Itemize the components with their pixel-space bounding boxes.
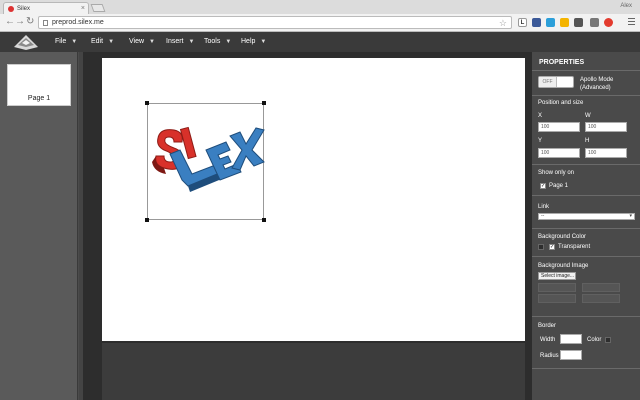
divider [532,164,640,165]
browser-menu-icon[interactable] [628,18,635,27]
menu-help[interactable]: Help ▼ [241,38,266,45]
new-tab-button[interactable] [90,4,106,12]
transparent-checkbox[interactable]: ✓ [549,244,555,250]
divider [532,70,640,71]
bg-color-swatch[interactable] [538,244,544,250]
show-only-title: Show only on [538,170,575,176]
divider [532,256,640,257]
menu-tools[interactable]: Tools ▼ [204,38,231,45]
extension-icon[interactable] [546,18,555,27]
properties-panel: PROPERTIES OFF Apollo Mode (Advanced) Po… [532,52,640,400]
border-radius-label: Radius [540,353,559,359]
pages-panel: Page 1 [0,52,78,400]
silex-3d-logo-image [152,126,265,192]
x-label: X [538,113,543,119]
chevron-down-icon: ▼ [108,38,115,45]
resize-handle[interactable] [145,218,149,222]
browser-toolbar: ← → ↻ preprod.silex.me ☆ L [0,14,640,32]
stage-footer [102,343,525,400]
chevron-down-icon: ▼ [149,38,155,45]
bg-option-select [538,283,576,292]
extension-icon[interactable] [590,18,599,27]
bg-option-select [538,294,576,303]
divider [532,228,640,229]
page1-checkbox[interactable]: ✓ [540,183,546,189]
page1-checkbox-label: Page 1 [549,183,569,189]
y-input[interactable]: 100 [538,148,580,158]
reload-icon[interactable]: ↻ [26,17,34,27]
menu-file[interactable]: File ▼ [55,38,77,45]
divider [532,95,640,96]
link-select[interactable]: -- ▾ [538,213,635,220]
menu-insert[interactable]: Insert ▼ [166,38,194,45]
forward-arrow-icon[interactable]: → [15,17,25,27]
border-radius-input[interactable] [560,350,582,360]
adblock-icon[interactable] [604,18,613,27]
w-input[interactable]: 100 [585,122,627,132]
chevron-down-icon: ▾ [629,213,632,219]
select-image-button[interactable]: Select image... [538,272,576,280]
chevron-down-icon: ▼ [225,38,232,45]
border-width-label: Width [540,337,556,343]
browser-tab[interactable]: Silex × [3,2,89,14]
extension-icon[interactable] [532,18,541,27]
resize-handle[interactable] [145,101,149,105]
border-color-label: Color [587,337,602,343]
back-arrow-icon[interactable]: ← [5,17,15,27]
selected-image-element[interactable] [145,101,266,222]
bg-option-select [582,294,620,303]
tab-close-icon[interactable]: × [81,5,85,12]
bg-image-title: Background Image [538,263,589,269]
url-text: preprod.silex.me [52,19,104,26]
resize-handle[interactable] [262,218,266,222]
silex-logo-icon[interactable] [8,33,44,51]
h-input[interactable]: 100 [585,148,627,158]
position-size-title: Position and size [538,100,584,106]
properties-title: PROPERTIES [539,59,585,66]
stage-area [79,52,528,400]
divider [532,195,640,196]
browser-tabstrip: Silex × Alex [0,0,640,14]
divider [532,316,640,317]
toggle-off-label: OFF [539,77,557,87]
border-color-swatch[interactable] [605,337,611,343]
extension-icon[interactable] [560,18,569,27]
address-bar[interactable]: preprod.silex.me ☆ [38,16,512,29]
silex-menubar: File ▼ Edit ▼ View ▼ Insert ▼ Tools ▼ Help ▼ [0,32,640,52]
extension-l-icon[interactable]: L [518,18,527,27]
chevron-down-icon: ▼ [71,38,78,45]
bg-option-select [582,283,620,292]
link-select-value: -- [541,213,545,219]
apollo-mode-toggle[interactable]: OFF [538,76,574,88]
tab-title: Silex [17,5,31,12]
page-thumbnail[interactable]: Page 1 [7,64,71,106]
website-stage[interactable] [102,58,525,341]
extension-icon[interactable] [574,18,583,27]
profile-name[interactable]: Alex [620,3,632,9]
y-label: Y [538,138,543,144]
link-title: Link [538,204,550,210]
page-label: Page 1 [27,95,51,102]
silex-favicon-icon [8,5,14,12]
border-title: Border [538,323,557,329]
x-input[interactable]: 100 [538,122,580,132]
chevron-down-icon: ▼ [260,38,267,45]
apollo-mode-label: Apollo Mode (Advanced) [580,77,614,91]
bookmark-star-icon[interactable]: ☆ [499,18,507,29]
w-label: W [585,113,591,119]
page-icon [43,19,48,26]
stage-scrollbar[interactable] [79,52,83,400]
divider [532,368,640,369]
transparent-label: Transparent [558,244,591,250]
bg-color-title: Background Color [538,234,587,240]
menu-edit[interactable]: Edit ▼ [91,38,114,45]
border-width-input[interactable] [560,334,582,344]
chevron-down-icon: ▼ [188,38,195,45]
h-label: H [585,138,590,144]
menu-view[interactable]: View ▼ [129,38,155,45]
resize-handle[interactable] [262,101,266,105]
